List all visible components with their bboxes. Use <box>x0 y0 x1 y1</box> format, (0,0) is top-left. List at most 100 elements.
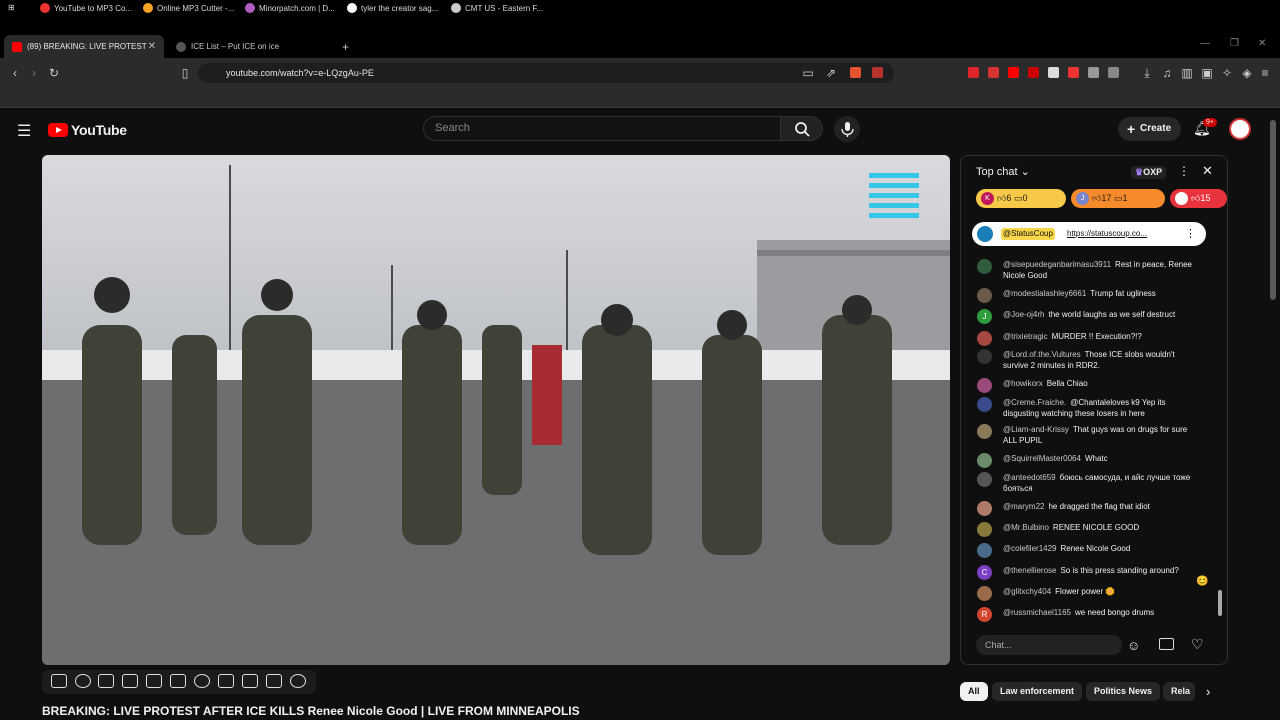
microphone-icon <box>841 122 854 137</box>
screenshot-icon[interactable] <box>98 674 114 688</box>
restore-icon[interactable]: ❐ <box>1230 38 1239 49</box>
extension-icon[interactable] <box>1008 67 1019 78</box>
clip-icon[interactable] <box>122 674 138 688</box>
page-scrollbar[interactable] <box>1270 120 1276 300</box>
message-author[interactable]: @russmichael1165 <box>1003 608 1071 617</box>
new-tab-button[interactable]: + <box>334 35 354 58</box>
message-author[interactable]: @marym22 <box>1003 502 1044 511</box>
chat-message: @Liam-and-Krissy That guys was on drugs f… <box>977 424 1202 446</box>
extension-icon[interactable] <box>988 67 999 78</box>
message-author[interactable]: @anteedot659 <box>1003 473 1056 482</box>
bookmark-item[interactable]: Online MP3 Cutter -... <box>143 3 234 13</box>
chat-input[interactable]: Chat... <box>976 635 1122 655</box>
cast-icon[interactable]: ▭ <box>801 66 815 80</box>
poll-pill[interactable]: J 👍︎17 ▭1 <box>1071 189 1165 208</box>
message-author[interactable]: @Lord.of.the.Vultures <box>1003 350 1081 359</box>
menu-icon[interactable]: ≡ <box>1258 66 1272 80</box>
avatar <box>977 378 992 393</box>
points-badge[interactable]: ♛OXP <box>1131 166 1167 179</box>
reload-icon[interactable]: ↻ <box>47 66 61 80</box>
sidebar-icon[interactable]: ▥ <box>1180 66 1194 80</box>
loop-icon[interactable] <box>51 674 67 688</box>
extension-icon[interactable] <box>1108 67 1119 78</box>
address-bar[interactable]: youtube.com/watch?v=e-LQzgAu-PE <box>198 63 894 83</box>
chevron-right-icon[interactable]: › <box>1206 684 1210 699</box>
bookmark-icon[interactable]: ▯ <box>178 66 192 80</box>
brave-rewards-icon[interactable] <box>872 67 883 78</box>
emoji-icon[interactable]: ☺ <box>1127 638 1140 653</box>
wallet-icon[interactable]: ▣ <box>1200 66 1214 80</box>
chat-scrollbar[interactable] <box>1218 590 1222 616</box>
extension-icon[interactable] <box>1048 67 1059 78</box>
search-button[interactable] <box>781 116 823 141</box>
puzzle-icon[interactable] <box>1088 67 1099 78</box>
bookmark-item[interactable]: YouTube to MP3 Co... <box>40 3 132 13</box>
bookmark-item[interactable]: tyler the creator sag... <box>347 3 438 13</box>
camera-icon[interactable] <box>266 674 282 688</box>
pinned-more-icon[interactable]: ⋮ <box>1185 222 1196 246</box>
video-player[interactable] <box>42 155 950 665</box>
miniplayer-icon[interactable] <box>146 674 162 688</box>
add-icon[interactable] <box>218 674 234 688</box>
broadcast-icon[interactable] <box>75 674 91 688</box>
pill-replies: 1 <box>1122 193 1128 203</box>
back-icon[interactable]: ‹ <box>8 66 22 80</box>
message-author[interactable]: @Liam-and-Krissy <box>1003 425 1069 434</box>
pinned-message[interactable]: @StatusCoup https://statuscoup.co... ⋮ <box>972 222 1206 246</box>
close-chat-icon[interactable]: ✕ <box>1202 163 1213 179</box>
search-input[interactable]: Search <box>423 116 781 141</box>
youtube-logo[interactable]: YouTube <box>48 122 127 138</box>
poll-pill[interactable]: 👍︎15 <box>1170 189 1227 208</box>
avatar: R <box>977 607 992 622</box>
download-icon[interactable]: ⤓ <box>1140 66 1154 80</box>
message-author[interactable]: @howikorx <box>1003 379 1043 388</box>
message-author[interactable]: @thenellierose <box>1003 566 1056 575</box>
super-chat-icon[interactable] <box>1159 638 1174 650</box>
hamburger-menu-icon[interactable]: ☰ <box>17 121 31 141</box>
message-author[interactable]: @trixietragic <box>1003 332 1048 341</box>
share-icon[interactable]: ⇗ <box>824 66 838 80</box>
message-author[interactable]: @glitxchy404 <box>1003 587 1051 596</box>
message-author[interactable]: @Creme.Fraiche. <box>1003 398 1066 407</box>
tab-ice-list[interactable]: ICE List – Put ICE on ice <box>168 35 328 58</box>
message-author[interactable]: @Joe-oj4rh <box>1003 310 1044 319</box>
apps-icon[interactable]: ⊞ <box>8 3 15 12</box>
poll-pill[interactable]: K 👍︎6 ▭0 <box>976 189 1066 208</box>
bookmark-item[interactable]: CMT US - Eastern F... <box>451 3 543 13</box>
music-icon[interactable]: ♫ <box>1160 66 1174 80</box>
theater-icon[interactable] <box>170 674 186 688</box>
extension-icon[interactable] <box>1068 67 1079 78</box>
message-author[interactable]: @colefiler1429 <box>1003 544 1056 553</box>
pinned-link[interactable]: https://statuscoup.co... <box>1067 222 1147 246</box>
chip-related[interactable]: Rela <box>1163 682 1195 701</box>
extension-icon[interactable] <box>968 67 979 78</box>
chip-all[interactable]: All <box>960 682 988 701</box>
tab-active[interactable]: (89) BREAKING: LIVE PROTEST ✕ <box>4 35 164 58</box>
captions-icon[interactable] <box>242 674 258 688</box>
heart-icon[interactable]: ♡ <box>1191 636 1204 653</box>
settings-gear-icon[interactable] <box>290 674 306 688</box>
pinned-author: @StatusCoup <box>1001 228 1055 240</box>
avatar[interactable] <box>1229 118 1251 140</box>
brave-shield-icon[interactable] <box>850 67 861 78</box>
speed-icon[interactable] <box>194 674 210 688</box>
bookmark-item[interactable]: Minorpatch.com | D... <box>245 3 335 13</box>
message-author[interactable]: @SquirrelMaster0064 <box>1003 454 1081 463</box>
ai-icon[interactable]: ✧ <box>1220 66 1234 80</box>
close-tab-icon[interactable]: ✕ <box>148 41 156 52</box>
message-author[interactable]: @Mr.Bulbino <box>1003 523 1049 532</box>
close-window-icon[interactable]: ✕ <box>1258 38 1266 49</box>
forward-icon[interactable]: › <box>27 66 41 80</box>
vpn-icon[interactable]: ◈ <box>1240 66 1254 80</box>
more-options-icon[interactable]: ⋮ <box>1178 164 1190 178</box>
avatar: J <box>977 309 992 324</box>
chip-law-enforcement[interactable]: Law enforcement <box>992 682 1083 701</box>
extension-icon[interactable] <box>1028 67 1039 78</box>
message-author[interactable]: @sisepuedeganbarimasu3911 <box>1003 260 1111 269</box>
message-author[interactable]: @modestialashley6661 <box>1003 289 1086 298</box>
voice-search-button[interactable] <box>834 116 860 142</box>
chip-politics-news[interactable]: Politics News <box>1086 682 1161 701</box>
minimize-icon[interactable]: — <box>1200 38 1210 49</box>
create-button[interactable]: + Create <box>1118 117 1181 141</box>
chat-mode-dropdown[interactable]: Top chat ⌄ <box>976 165 1030 178</box>
